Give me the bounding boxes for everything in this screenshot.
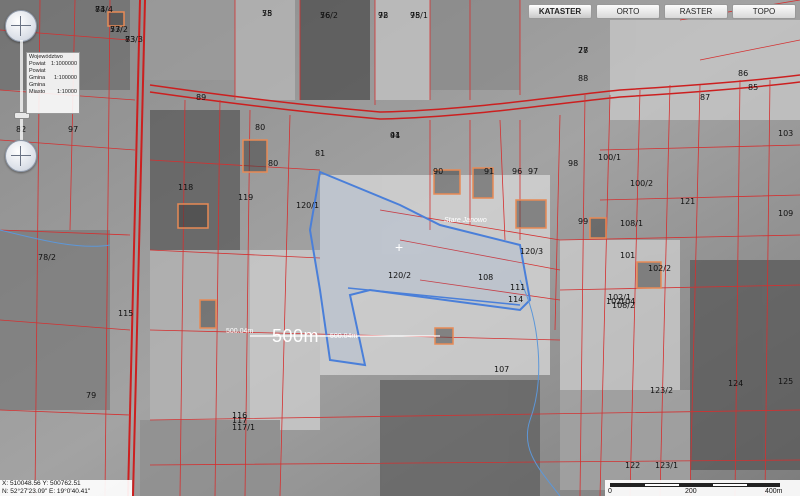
parcel-label: 123/2 [650,386,673,395]
parcel-label: 108 [478,273,493,282]
parcel-label: 124 [728,379,743,388]
parcel-label: 120/2 [388,271,411,280]
pan-control-icon[interactable] [5,10,37,42]
parcel-label: 123/1 [655,461,678,470]
parcel-label: 125 [778,377,793,386]
parcel-label: 107 [494,365,509,374]
parcel-label: 84 [95,5,105,14]
parcel-label: 108/2 [612,301,635,310]
scale-label-0: 0 [608,488,612,495]
parcel-label: 79 [86,391,96,400]
parcel-label: 80 [255,123,265,132]
tab-kataster[interactable]: KATASTER [528,4,592,19]
parcel-label: 108/1 [620,219,643,228]
parcel-label: 119 [238,193,253,202]
parcel-label: 41 [390,131,400,140]
parcel-label: 78/2 [38,253,56,262]
parcel-label: 100/2 [630,179,653,188]
parcel-label: 120/3 [520,247,543,256]
scale-label-200: 200 [685,488,697,495]
map-crosshair: + [395,239,403,255]
zoom-control-icon[interactable] [5,140,37,172]
parcel-label: 120/1 [296,201,319,210]
parcel-label: 80 [268,159,278,168]
scale-row[interactable]: Województwo [29,54,77,61]
parcel-label: 103 [778,129,793,138]
parcel-label: 92 [378,11,388,20]
parcel-label: 115 [118,309,133,318]
place-name: Stare Janowo [444,217,487,224]
measurement-secondary: 500.04m [330,333,358,340]
parcel-label: 96 [512,167,522,176]
zoom-slider-track[interactable] [20,40,23,140]
map-canvas[interactable]: + Stare Janowo 73/473/373/275 76/2 78 78/19… [0,0,800,496]
parcel-label: 87 [700,93,710,102]
parcel-label: 99 [578,217,588,226]
parcel-label: 85 [748,83,758,92]
parcel-label: 81 [315,149,325,158]
measurement-detail: 500.04m [226,328,254,335]
scale-levels-panel: Województwo Powiat 1:1000000 Powiat Gmina… [26,52,80,114]
parcel-label: 58 [262,9,272,18]
parcel-label: 111 [510,283,525,292]
parcel-label: 98 [568,159,578,168]
parcel-label: 118 [178,183,193,192]
coordinate-readout: X: 510048.56 Y: 500762.51 N: 52°27'23.09… [0,480,132,496]
tab-topo[interactable]: TOPO [732,4,796,19]
parcel-label: 90 [433,167,443,176]
parcel-label: 100/1 [598,153,621,162]
parcel-label: 122 [625,461,640,470]
parcel-label: 91 [484,167,494,176]
parcel-label: 57 [110,25,120,34]
parcel-label: 89 [196,93,206,102]
layer-switcher: KATASTER ORTO RASTER TOPO [528,4,796,19]
scale-row[interactable]: Powiat 1:1000000 [29,61,77,68]
parcel-label: 121 [680,197,695,206]
parcel-label: 56 [320,11,330,20]
parcel-label: 109 [778,209,793,218]
scale-row[interactable]: Gmina [29,82,77,89]
parcel-label: 83 [125,35,135,44]
scale-row[interactable]: Powiat [29,68,77,75]
scale-bar-graphic [610,483,780,487]
navigation-panel: Województwo Powiat 1:1000000 Powiat Gmina… [0,0,80,190]
parcel-label: 77 [578,46,588,55]
parcel-label: 101 [620,251,635,260]
scale-bar: 0 200 400m [605,480,800,496]
parcel-label: 86 [738,69,748,78]
coordinate-latlon: N: 52°27'23.09" E: 19°0'40.41" [2,488,91,495]
parcel-label: 102/2 [648,264,671,273]
tab-orto[interactable]: ORTO [596,4,660,19]
measurement-distance: 500m [272,326,320,346]
parcel-label: 117/1 [232,423,255,432]
scale-label-400: 400m [765,488,783,495]
parcel-label: 97 [528,167,538,176]
parcel-label: 114 [508,295,523,304]
tab-raster[interactable]: RASTER [664,4,728,19]
parcel-label: 95 [410,11,420,20]
scale-row[interactable]: Gmina 1:100000 [29,75,77,82]
scale-row[interactable]: Miasto 1:10000 [29,89,77,96]
parcel-label: 88 [578,74,588,83]
coordinate-xy: X: 510048.56 Y: 500762.51 [2,480,81,487]
